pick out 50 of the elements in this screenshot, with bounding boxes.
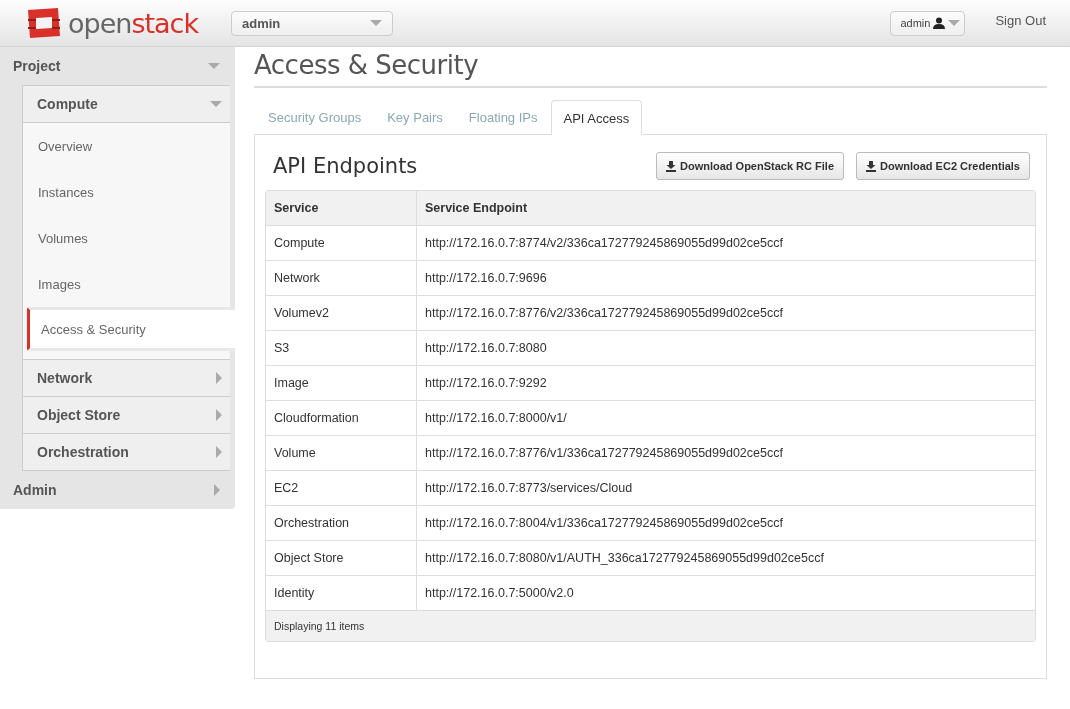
caret-icon (370, 20, 382, 26)
table-cell: Volume (266, 436, 417, 470)
project-selector[interactable]: admin (231, 10, 393, 36)
group-header[interactable]: Compute (23, 85, 230, 123)
column-header: Service Endpoint (424, 200, 529, 217)
table-cell-text: http://172.16.0.7:8004/v1/336ca172779245869055d99d02ce5ccf (424, 515, 784, 532)
table-cell-text: http://172.16.0.7:8776/v1/336ca172779245869055d99d02ce5ccf (424, 445, 784, 462)
table-cell: Orchestration (266, 506, 417, 540)
column-header: Service (266, 191, 417, 225)
table-cell-text: http://172.16.0.7:5000/v2.0 (424, 585, 575, 602)
table-cell: Network (266, 261, 417, 295)
sidebar-item[interactable]: Instances (23, 169, 230, 215)
download-button[interactable]: Download EC2 Credentials (856, 152, 1030, 180)
table-cell-text: http://172.16.0.7:8080 (424, 340, 548, 357)
table-cell-text: http://172.16.0.7:8000/v1/ (424, 410, 568, 427)
logo-text: openstack (68, 9, 199, 37)
table-cell: Identity (266, 576, 417, 610)
download-button[interactable]: Download OpenStack RC File (656, 152, 844, 180)
table-cell: EC2 (266, 471, 417, 505)
section-title: API Endpoints (273, 154, 418, 178)
table-cell-text: http://172.16.0.7:8774/v2/336ca172779245869055d99d02ce5ccf (424, 235, 784, 252)
table-cell: Volumev2 (266, 296, 417, 330)
tab[interactable]: API Access (550, 100, 643, 135)
caret-icon (948, 20, 961, 26)
group-header[interactable]: Orchestration (23, 434, 230, 471)
table-cell-text: http://172.16.0.7:8776/v2/336ca172779245869055d99d02ce5ccf (424, 305, 784, 322)
sidebar-item[interactable]: Overview (23, 123, 230, 169)
panel-header[interactable]: Admin (0, 471, 235, 509)
group-header[interactable]: Object Store (23, 397, 230, 434)
table-cell-text: http://172.16.0.7:9696 (424, 270, 548, 287)
download-icon (666, 160, 676, 172)
user-icon (933, 17, 946, 29)
page-title: Access & Security (254, 47, 1047, 88)
table-cell: Image (266, 366, 417, 400)
sign-out-link[interactable]: Sign Out (995, 12, 1046, 28)
table-cell-text: http://172.16.0.7:8080/v1/AUTH_336ca172779245869055d99d02ce5ccf (424, 550, 825, 567)
download-icon (866, 160, 876, 172)
table-cell: S3 (266, 331, 417, 365)
table-cell: Cloudformation (266, 401, 417, 435)
user-menu[interactable]: admin (890, 10, 966, 36)
table-cell: Compute (266, 226, 417, 260)
sidebar-item[interactable]: Volumes (23, 215, 230, 261)
item-count: Displaying 11 items (274, 620, 365, 632)
panel-header[interactable]: Project (0, 47, 235, 85)
table-cell-text: http://172.16.0.7:9292 (424, 375, 548, 392)
table-cell: Object Store (266, 541, 417, 575)
group-header[interactable]: Network (23, 359, 230, 397)
table-cell-text: http://172.16.0.7:8773/services/Cloud (424, 480, 634, 497)
sidebar-item[interactable]: Access & Security (27, 307, 235, 351)
sidebar-item[interactable]: Images (23, 261, 230, 307)
